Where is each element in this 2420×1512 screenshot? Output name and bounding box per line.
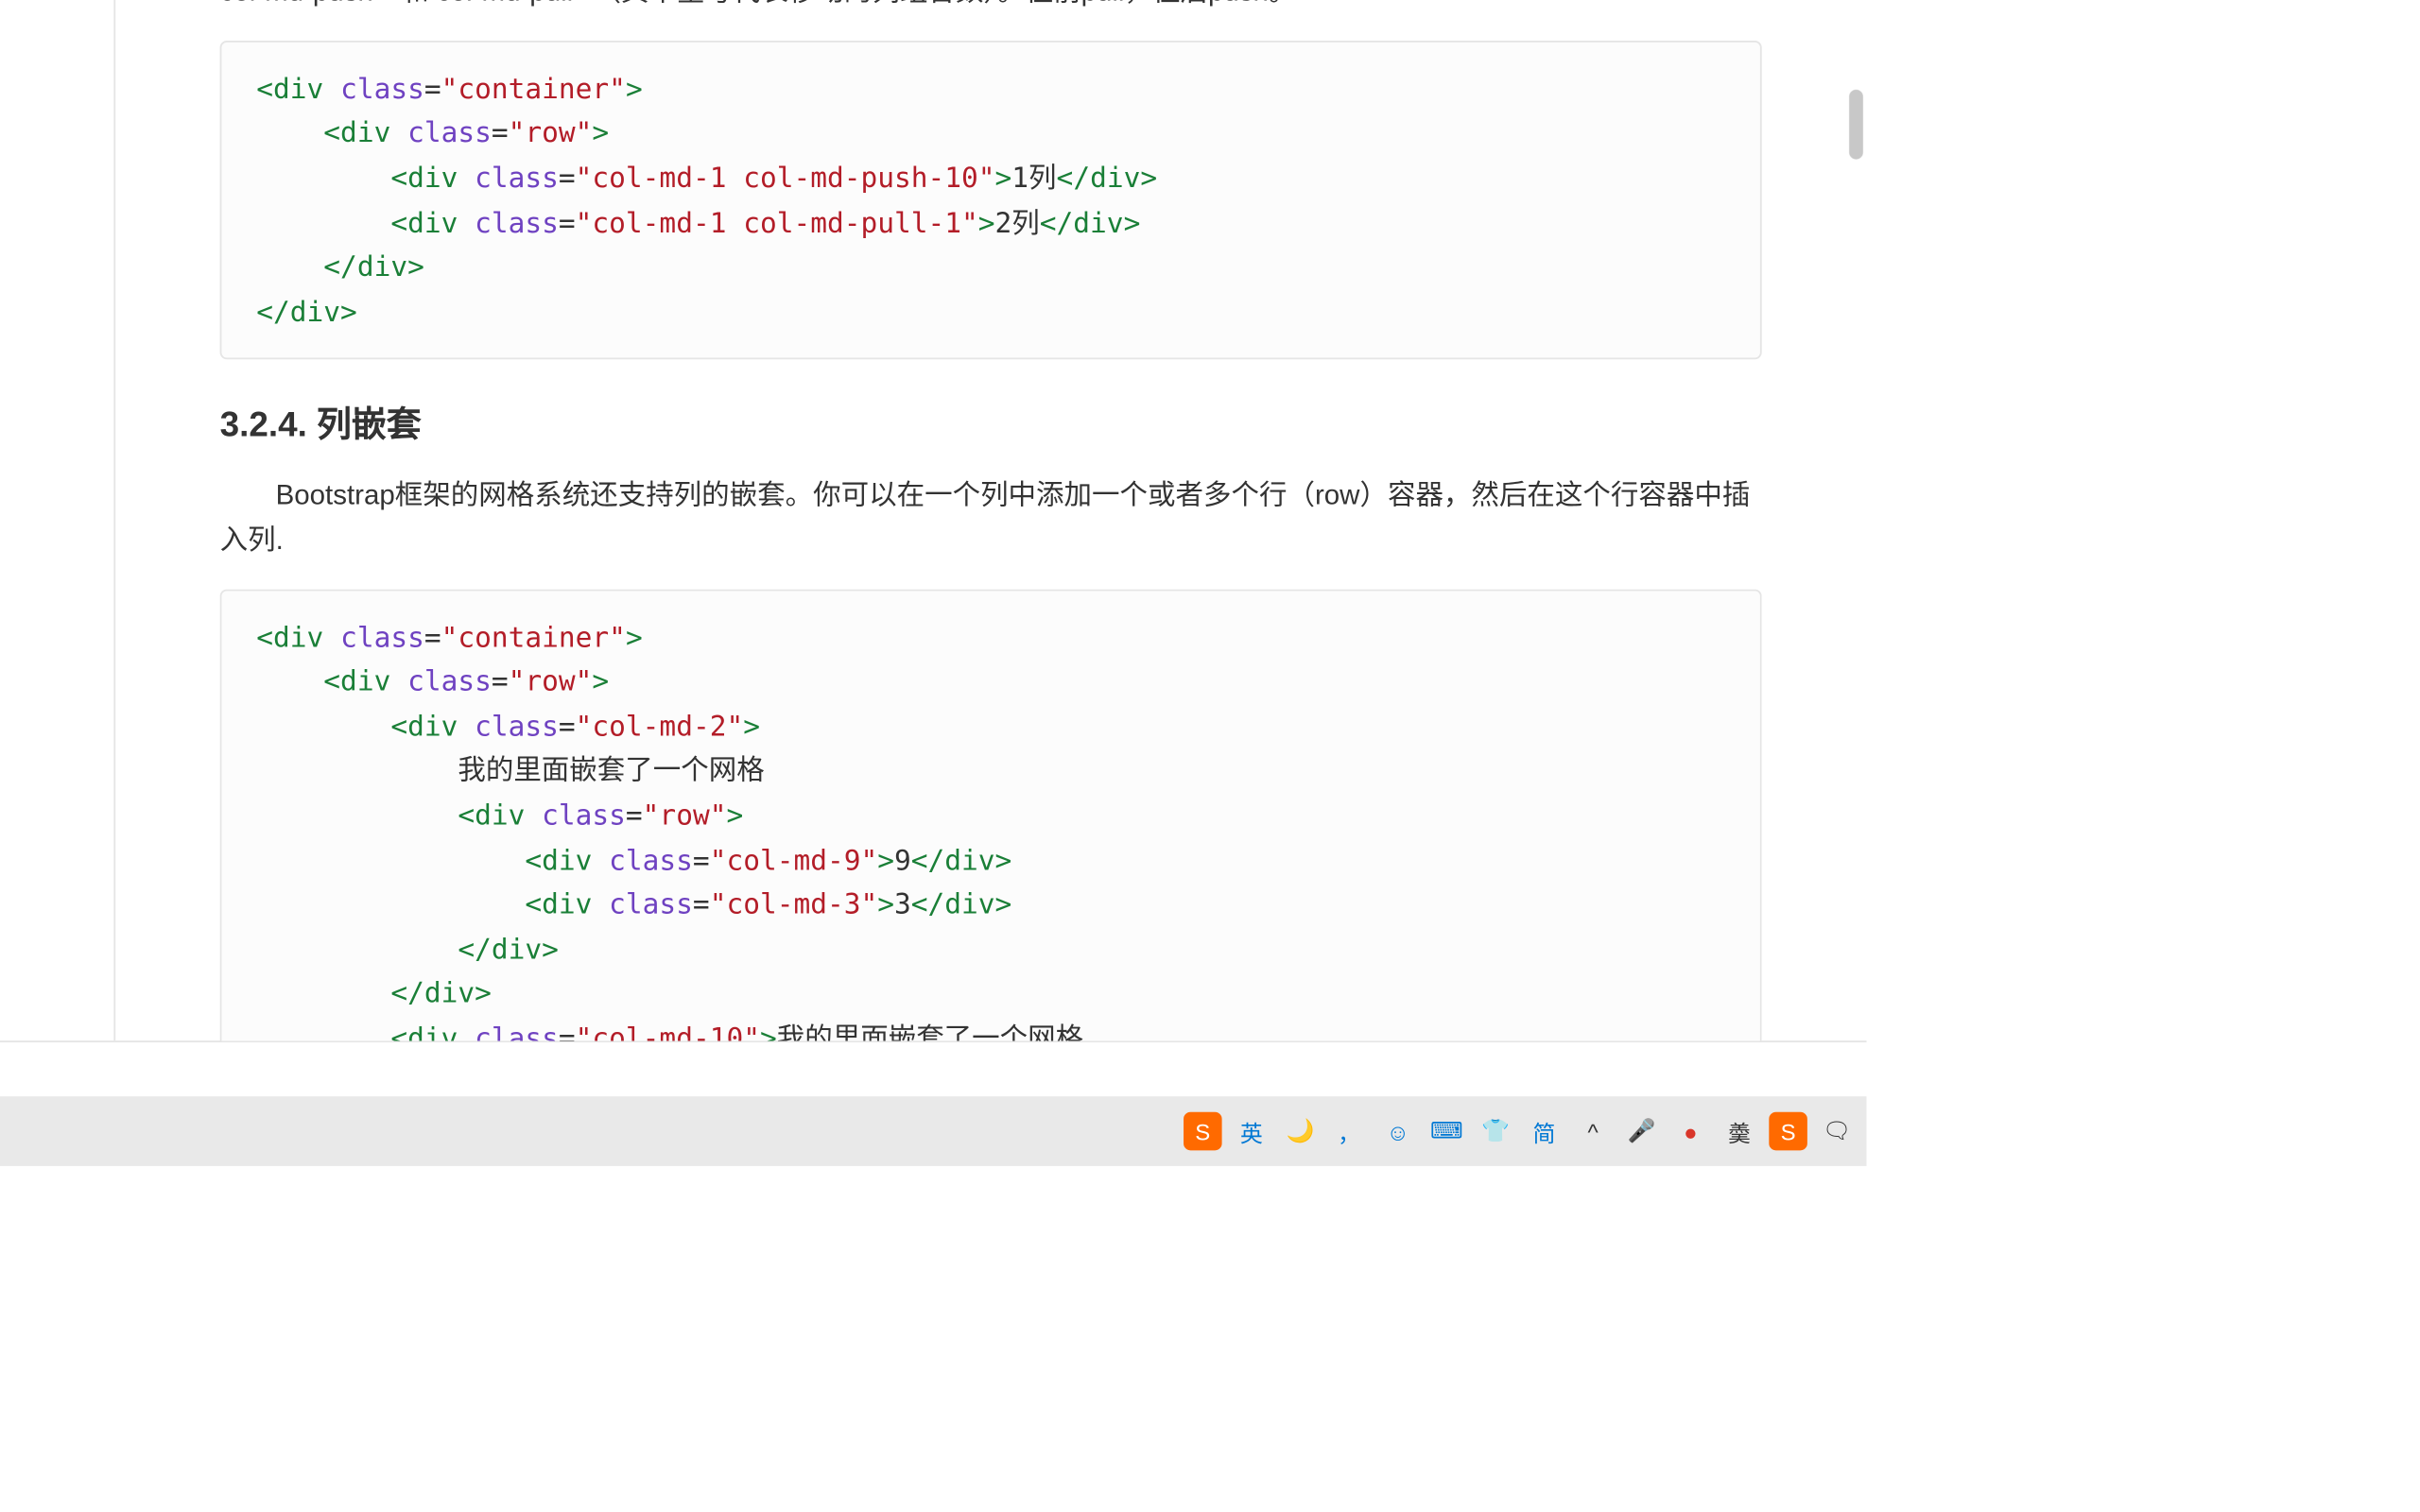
- ime-lang[interactable]: 英: [1233, 1112, 1271, 1151]
- record-icon[interactable]: ●: [1671, 1112, 1710, 1151]
- ime-yi[interactable]: 羮: [1720, 1112, 1759, 1151]
- ime-simp[interactable]: 简: [1525, 1112, 1564, 1151]
- outline-item[interactable]: 3.2.1. 列组合: [0, 160, 113, 215]
- sogou2-icon[interactable]: S: [1769, 1112, 1807, 1151]
- paragraph[interactable]: Bootstrap框架的网格系统还支持列的嵌套。你可以在一个列中添加一个或者多个…: [220, 475, 1762, 564]
- outline-item[interactable]: 3.1. 布局容器: [0, 48, 113, 104]
- comma-icon[interactable]: ，: [1330, 1112, 1369, 1151]
- taskbar: T H S英🌙，☺⌨👕简^🎤●羮S🗨: [0, 1096, 1867, 1166]
- statusbar: ‹ </>: [0, 1040, 1867, 1096]
- scrollbar[interactable]: [1842, 0, 1867, 1040]
- code-block[interactable]: <div class="container"> <div class="row"…: [220, 589, 1762, 1040]
- outline-item[interactable]: ⌄3. 布局容器和栅格网格系统: [0, 0, 113, 48]
- outline-item[interactable]: ›4. 常用样式: [0, 383, 113, 438]
- system-tray: S英🌙，☺⌨👕简^🎤●羮S🗨: [1184, 1112, 1856, 1151]
- paragraph[interactable]: 列排序其实就是改变列的方向，就是改变左右浮动，并且设置浮动的距离。在Bootst…: [220, 0, 1762, 16]
- smile-icon[interactable]: ☺: [1378, 1112, 1417, 1151]
- note-icon[interactable]: 🗨: [1818, 1112, 1857, 1151]
- hbuilder-icon[interactable]: H: [0, 1096, 11, 1166]
- outline-tree: ⌄BootStrap1. 主要内容›2. BootStrap的安装和使用⌄3. …: [0, 0, 113, 507]
- chevron-up-icon[interactable]: ^: [1574, 1112, 1613, 1151]
- keyboard-icon[interactable]: ⌨: [1427, 1112, 1466, 1151]
- sidebar: 文件 大纲 ⌄BootStrap1. 主要内容›2. BootStrap的安装和…: [0, 0, 115, 1040]
- outline-item[interactable]: 3.2.2. 列偏移: [0, 215, 113, 271]
- outline-item[interactable]: ›5. BootStrap 插件: [0, 438, 113, 493]
- outline-item[interactable]: 3.2.3. 列排序: [0, 271, 113, 327]
- outline-item[interactable]: 3.2.4. 列嵌套: [0, 327, 113, 383]
- moon-icon[interactable]: 🌙: [1281, 1112, 1320, 1151]
- sogou-icon[interactable]: S: [1184, 1112, 1222, 1151]
- editor[interactable]: </div> 3.2.3. 列排序 I 列排序其实就是改变列的方向，就是改变左右…: [115, 0, 1866, 1040]
- heading-3-2-4[interactable]: 3.2.4. 列嵌套: [220, 399, 1762, 455]
- code-block[interactable]: <div class="container"> <div class="row"…: [220, 41, 1762, 360]
- mic-icon[interactable]: 🎤: [1622, 1112, 1661, 1151]
- outline-item[interactable]: ⌄3.2. 栅格网格系统: [0, 104, 113, 160]
- shirt-icon[interactable]: 👕: [1477, 1112, 1515, 1151]
